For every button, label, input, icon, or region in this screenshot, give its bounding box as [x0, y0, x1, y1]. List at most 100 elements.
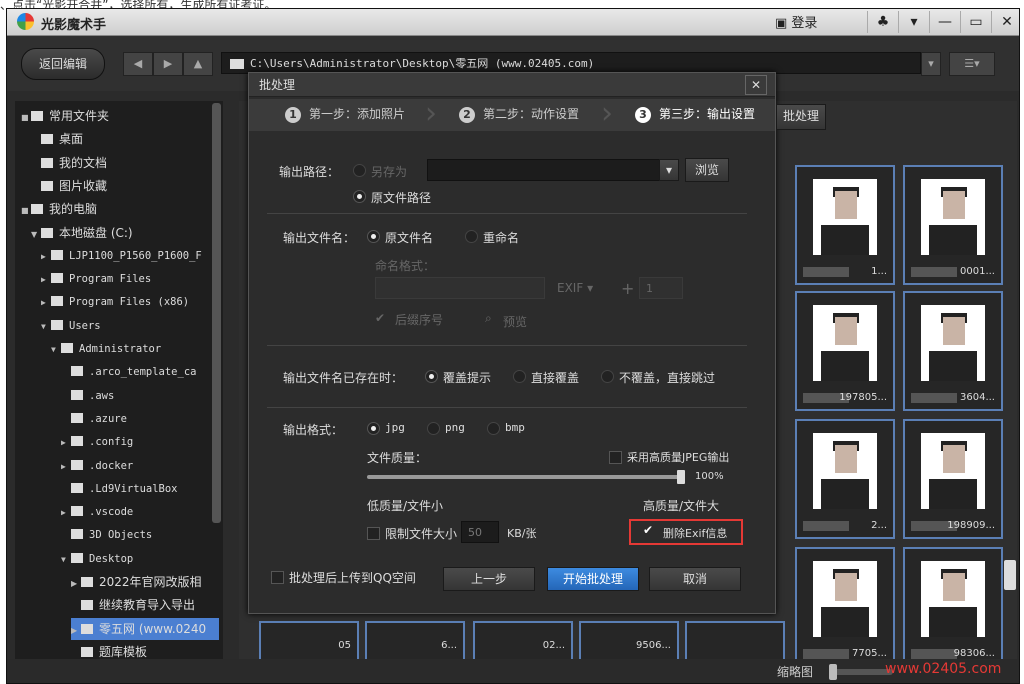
path-dropdown-button[interactable]: ▾	[921, 52, 941, 76]
upload-qq-checkbox[interactable]	[271, 571, 284, 584]
start-batch-button[interactable]: 开始批处理	[547, 567, 639, 591]
sidebar-item[interactable]: 图片收藏	[31, 175, 219, 197]
limit-size-checkbox[interactable]	[367, 527, 380, 540]
zoom-slider-knob[interactable]	[829, 664, 837, 680]
rename-radio[interactable]	[465, 230, 478, 243]
output-path-dropdown[interactable]: ▾	[659, 159, 679, 181]
path-bar[interactable]: C:\Users\Administrator\Desktop\零五网 (www.…	[221, 52, 921, 74]
photo-thumbnail[interactable]: 98306...	[903, 547, 1003, 667]
expand-icon[interactable]: ▶	[61, 502, 71, 524]
hq-jpeg-checkbox[interactable]	[609, 451, 622, 464]
sidebar-item[interactable]: ▼ Users	[41, 315, 219, 337]
expand-icon[interactable]: ▶	[41, 246, 51, 268]
sidebar-item[interactable]: 桌面	[31, 128, 219, 150]
sidebar-item[interactable]: ▼ Desktop	[61, 548, 219, 570]
sidebar-item[interactable]: ▼ 本地磁盘 (C:)	[31, 222, 219, 244]
name-format-input[interactable]	[375, 277, 545, 299]
sidebar-item[interactable]: ▼ Administrator	[51, 338, 219, 360]
exif-select[interactable]: EXIF ▾	[557, 281, 593, 295]
sidebar-item[interactable]: ▶ 2022年官网改版相	[71, 571, 219, 593]
quality-slider-knob[interactable]	[677, 470, 685, 484]
step-3[interactable]: 3 第三步：输出设置	[635, 105, 755, 123]
sidebar-item[interactable]: ▶ Program Files (x86)	[41, 291, 219, 313]
collapse-icon[interactable]: ▼	[41, 316, 51, 338]
bmp-radio[interactable]	[487, 422, 500, 435]
sidebar-item[interactable]: ▶ LJP1100_P1560_P1600_F	[41, 245, 219, 267]
minimize-button[interactable]: —	[929, 11, 960, 33]
login-button[interactable]: ▣ 登录	[775, 12, 817, 31]
sidebar-item[interactable]: 继续教育导入导出	[71, 594, 219, 616]
photo-thumbnail[interactable]: 2...	[795, 419, 895, 539]
collapse-icon[interactable]: ▼	[61, 549, 71, 571]
expand-icon[interactable]: ▶	[71, 573, 81, 595]
photo-thumbnail[interactable]: 02...	[473, 621, 573, 661]
photo-thumbnail[interactable]: 7705...	[795, 547, 895, 667]
browse-button[interactable]: 浏览	[685, 158, 729, 182]
expand-icon[interactable]: ■	[21, 200, 31, 222]
behind-batch-tab[interactable]: 批处理	[776, 104, 826, 130]
size-limit-input[interactable]: 50	[461, 521, 499, 543]
dialog-close-button[interactable]: ✕	[745, 75, 767, 95]
photo-thumbnail[interactable]: 198909...	[903, 419, 1003, 539]
sidebar-item[interactable]: ▶ .vscode	[61, 501, 219, 523]
step-1[interactable]: 1 第一步：添加照片	[285, 105, 405, 123]
sidebar-item[interactable]: ▶ .config	[61, 431, 219, 453]
sidebar-item[interactable]: .arco_template_ca	[61, 361, 219, 383]
photo-thumbnail[interactable]	[685, 621, 785, 661]
preview-button[interactable]: 预览	[503, 313, 527, 330]
zoom-slider[interactable]	[833, 669, 893, 675]
overwrite-direct-radio[interactable]	[513, 370, 526, 383]
close-window-button[interactable]: ✕	[991, 11, 1022, 33]
output-path-input[interactable]	[427, 159, 677, 181]
photo-thumbnail[interactable]: 3604...	[903, 291, 1003, 411]
quality-slider[interactable]	[367, 475, 685, 479]
tree-scrollbar[interactable]	[212, 103, 221, 523]
expand-icon[interactable]: ▶	[41, 269, 51, 291]
skip-radio[interactable]	[601, 370, 614, 383]
sidebar-item[interactable]: .aws	[61, 385, 219, 407]
prev-step-button[interactable]: 上一步	[443, 567, 535, 591]
nav-forward-button[interactable]: ▶	[153, 52, 183, 76]
sidebar-item[interactable]: ▶ .docker	[61, 455, 219, 477]
original-path-radio[interactable]	[353, 190, 366, 203]
view-menu-button[interactable]: ☰▾	[949, 52, 995, 76]
cancel-button[interactable]: 取消	[649, 567, 741, 591]
photo-thumbnail[interactable]: 197805...	[795, 291, 895, 411]
original-name-radio[interactable]	[367, 230, 380, 243]
sidebar-item[interactable]: 3D Objects	[61, 524, 219, 546]
sidebar-item[interactable]: ▶ Program Files	[41, 268, 219, 290]
sidebar-item[interactable]: .azure	[61, 408, 219, 430]
sidebar-item[interactable]: 我的文档	[31, 152, 219, 174]
sidebar-item[interactable]: ■ 我的电脑	[21, 198, 219, 220]
step-2[interactable]: 2 第二步：动作设置	[459, 105, 579, 123]
expand-icon[interactable]: ▶	[71, 620, 81, 642]
nav-up-button[interactable]: ▲	[183, 52, 213, 76]
back-to-edit-button[interactable]: 返回编辑	[21, 48, 105, 80]
expand-icon[interactable]: ▶	[61, 456, 71, 478]
png-radio[interactable]	[427, 422, 440, 435]
expand-icon[interactable]: ▶	[61, 432, 71, 454]
menu-dropdown-button[interactable]: ▾	[898, 11, 929, 33]
delete-exif-checkbox[interactable]: ✔	[643, 523, 653, 537]
page-scrollbar[interactable]	[1004, 560, 1016, 590]
jpg-radio[interactable]	[367, 422, 380, 435]
save-as-radio[interactable]	[353, 164, 366, 177]
photo-thumbnail[interactable]: 1...	[795, 165, 895, 285]
start-number-input[interactable]: 1	[639, 277, 683, 299]
photo-thumbnail[interactable]: 9506...	[579, 621, 679, 661]
photo-thumbnail[interactable]: 05	[259, 621, 359, 661]
sidebar-item[interactable]: ▶ 零五网 (www.0240	[71, 617, 219, 642]
nav-back-button[interactable]: ◀	[123, 52, 153, 76]
sidebar-item[interactable]: .Ld9VirtualBox	[61, 478, 219, 500]
photo-thumbnail[interactable]: 0001...	[903, 165, 1003, 285]
collapse-icon[interactable]: ▼	[51, 339, 61, 361]
maximize-button[interactable]: ▭	[960, 11, 991, 33]
sidebar-item[interactable]: ■ 常用文件夹	[21, 105, 219, 127]
skin-button[interactable]: ♣	[867, 11, 898, 33]
expand-icon[interactable]: ▶	[41, 292, 51, 314]
suffix-check-icon[interactable]: ✔	[375, 311, 385, 325]
overwrite-prompt-radio[interactable]	[425, 370, 438, 383]
collapse-icon[interactable]: ▼	[31, 224, 41, 246]
expand-icon[interactable]: ■	[21, 107, 31, 129]
photo-thumbnail[interactable]: 6...	[365, 621, 465, 661]
